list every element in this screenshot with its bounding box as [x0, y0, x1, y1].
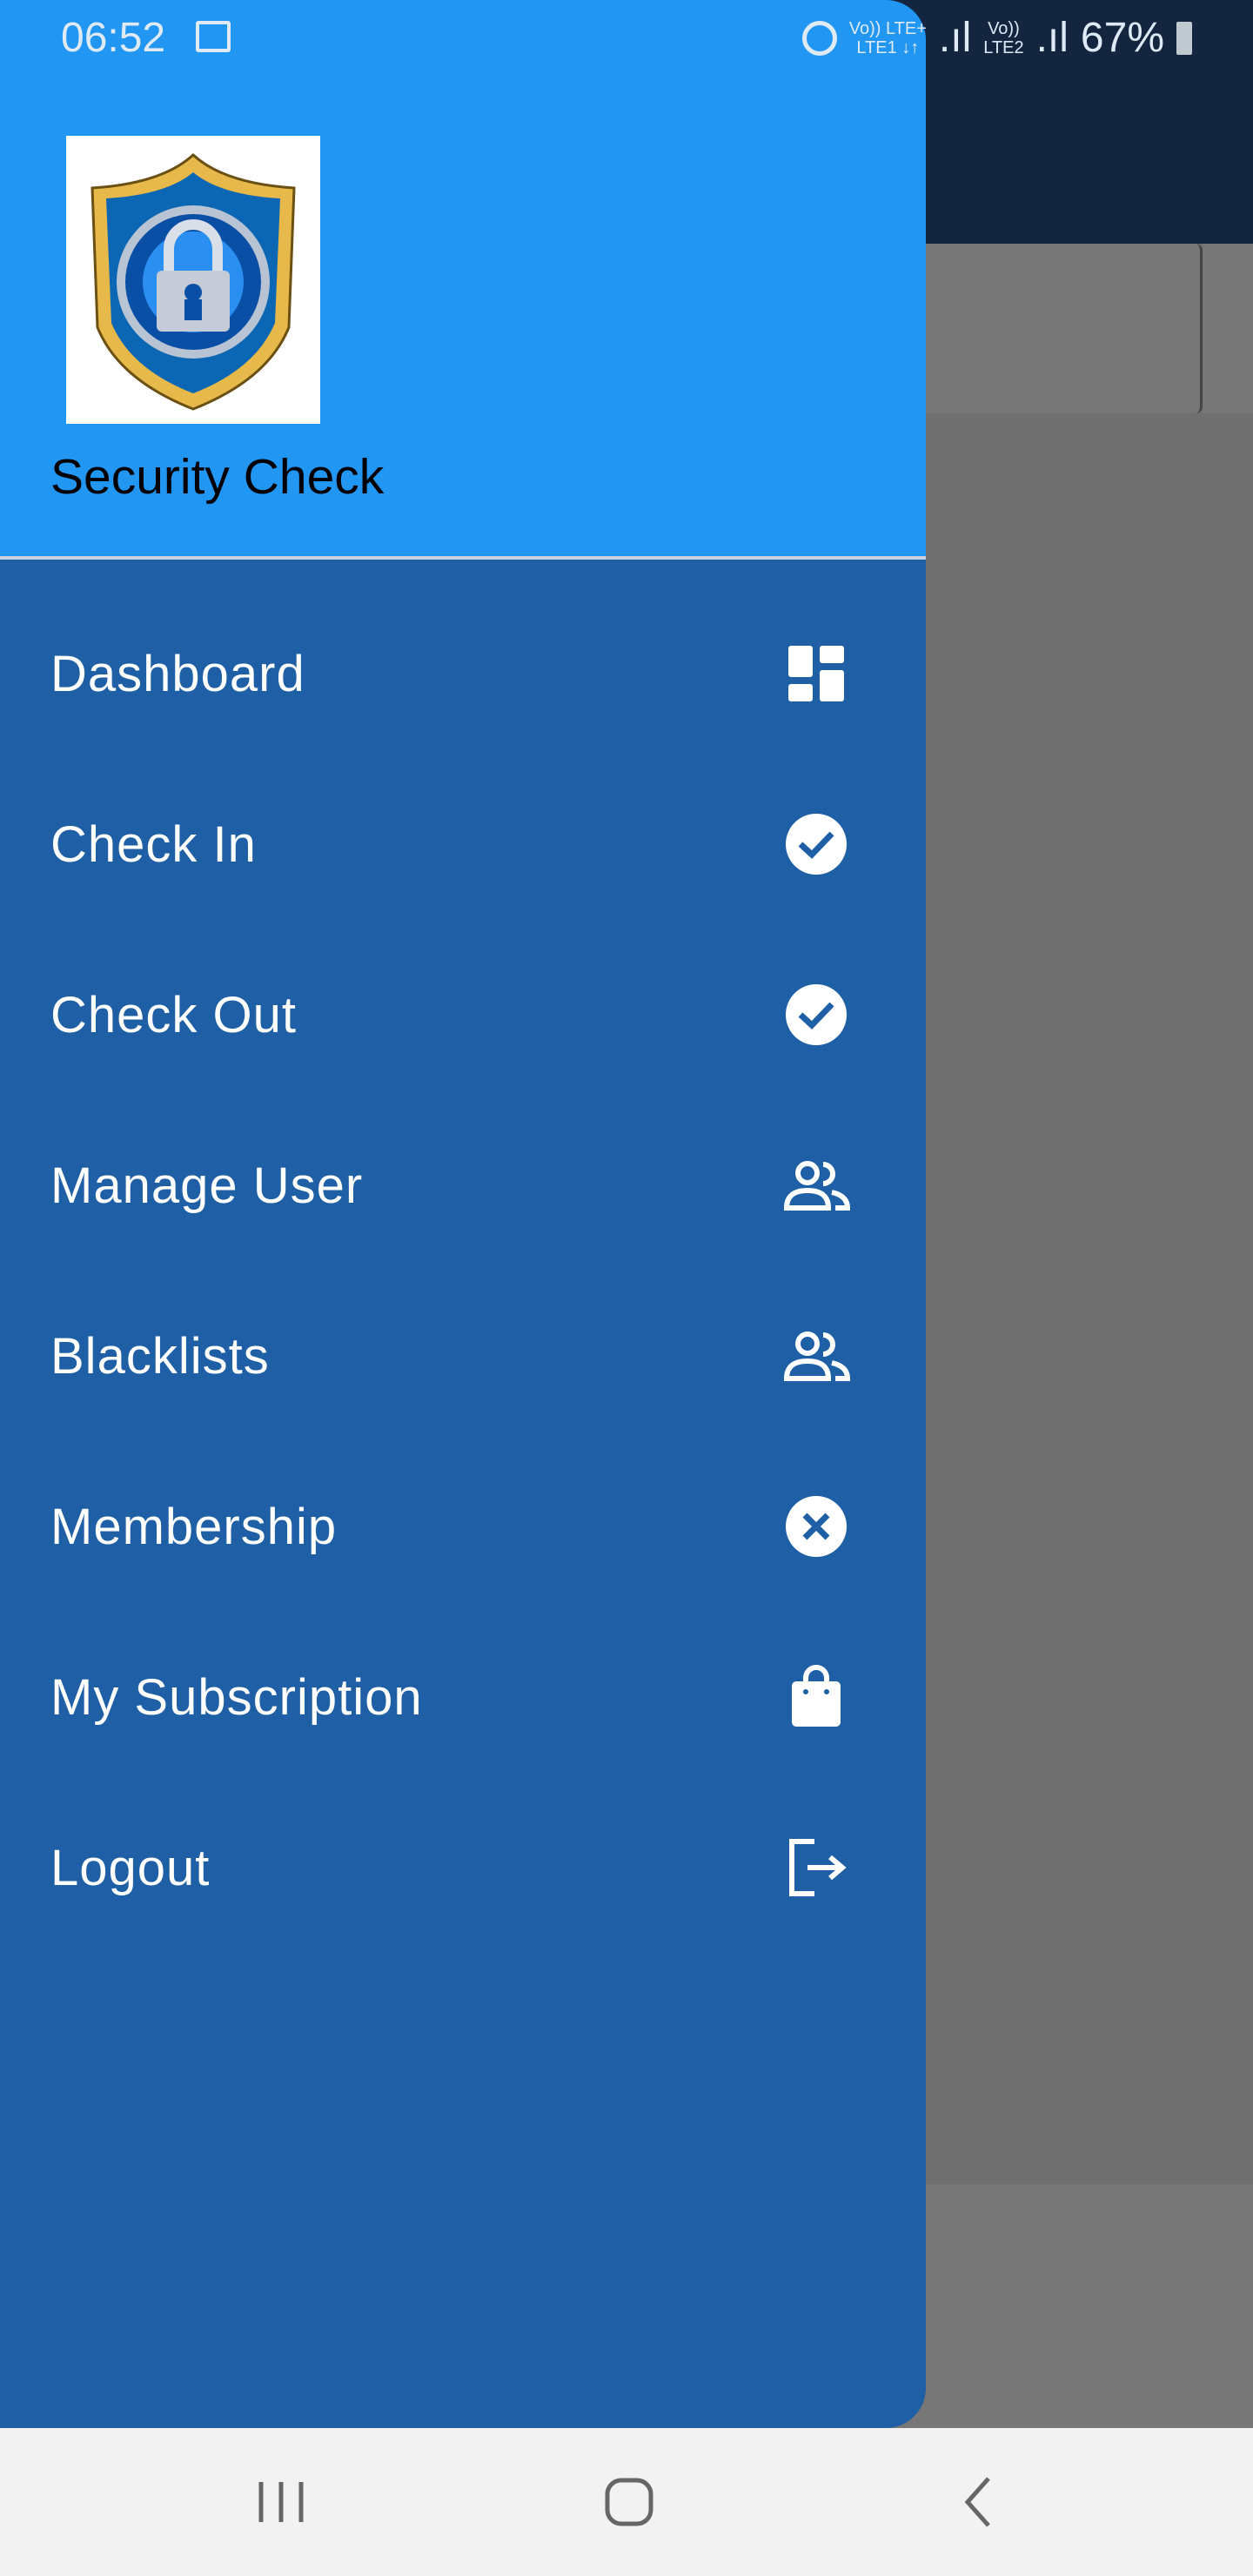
- menu-item-label: Blacklists: [50, 1327, 270, 1385]
- menu-item-label: Check Out: [50, 986, 297, 1043]
- alarm-icon: [801, 20, 837, 56]
- signal-icon: .ıl: [1035, 15, 1069, 61]
- drawer-header: Security Check: [0, 0, 926, 560]
- signal-icon: .ıl: [938, 15, 972, 61]
- sim1-indicator: Vo)) LTE+ LTE1 ↓↑: [848, 18, 927, 57]
- menu-item-blacklists[interactable]: Blacklists: [0, 1271, 926, 1441]
- logout-icon: [789, 1839, 847, 1896]
- status-time: 06:52: [61, 15, 166, 61]
- app-title: Security Check: [50, 449, 385, 505]
- menu-item-membership[interactable]: Membership: [0, 1441, 926, 1612]
- menu-item-label: Dashboard: [50, 645, 305, 702]
- menu-item-label: Check In: [50, 815, 257, 873]
- menu-item-dashboard[interactable]: Dashboard: [0, 588, 926, 759]
- menu-item-my-subscription[interactable]: My Subscription: [0, 1612, 926, 1782]
- people-icon: [783, 1332, 851, 1381]
- check-circle-icon: [786, 984, 847, 1045]
- menu-item-label: Manage User: [50, 1157, 364, 1214]
- menu-item-manage-user[interactable]: Manage User: [0, 1100, 926, 1271]
- navigation-drawer: Security Check Dashboard Check In Check …: [0, 0, 926, 2428]
- menu-item-label: Logout: [50, 1839, 211, 1896]
- battery-icon: [1176, 21, 1192, 55]
- recent-apps-icon[interactable]: [242, 2463, 320, 2541]
- menu-item-label: Membership: [50, 1498, 338, 1555]
- check-circle-icon: [786, 814, 847, 875]
- menu-item-check-out[interactable]: Check Out: [0, 929, 926, 1100]
- dashboard-icon: [788, 646, 844, 701]
- background-panel: [1203, 244, 1253, 413]
- back-icon[interactable]: [940, 2463, 1018, 2541]
- app-logo: [66, 136, 320, 424]
- home-icon[interactable]: [590, 2463, 668, 2541]
- sim2-indicator: Vo)) LTE2: [983, 18, 1024, 57]
- people-icon: [783, 1161, 851, 1211]
- cancel-circle-icon: [786, 1496, 847, 1557]
- shopping-bag-icon: [792, 1665, 841, 1727]
- battery-percent: 67%: [1080, 15, 1164, 61]
- menu-item-label: My Subscription: [50, 1668, 423, 1726]
- gallery-notification-icon: [196, 21, 231, 52]
- system-navigation-bar: [0, 2428, 1253, 2576]
- menu-item-check-in[interactable]: Check In: [0, 759, 926, 929]
- status-bar: 06:52 Vo)) LTE+ LTE1 ↓↑ .ıl Vo)) LTE2 .ıl …: [0, 0, 1253, 78]
- menu-item-logout[interactable]: Logout: [0, 1782, 926, 1953]
